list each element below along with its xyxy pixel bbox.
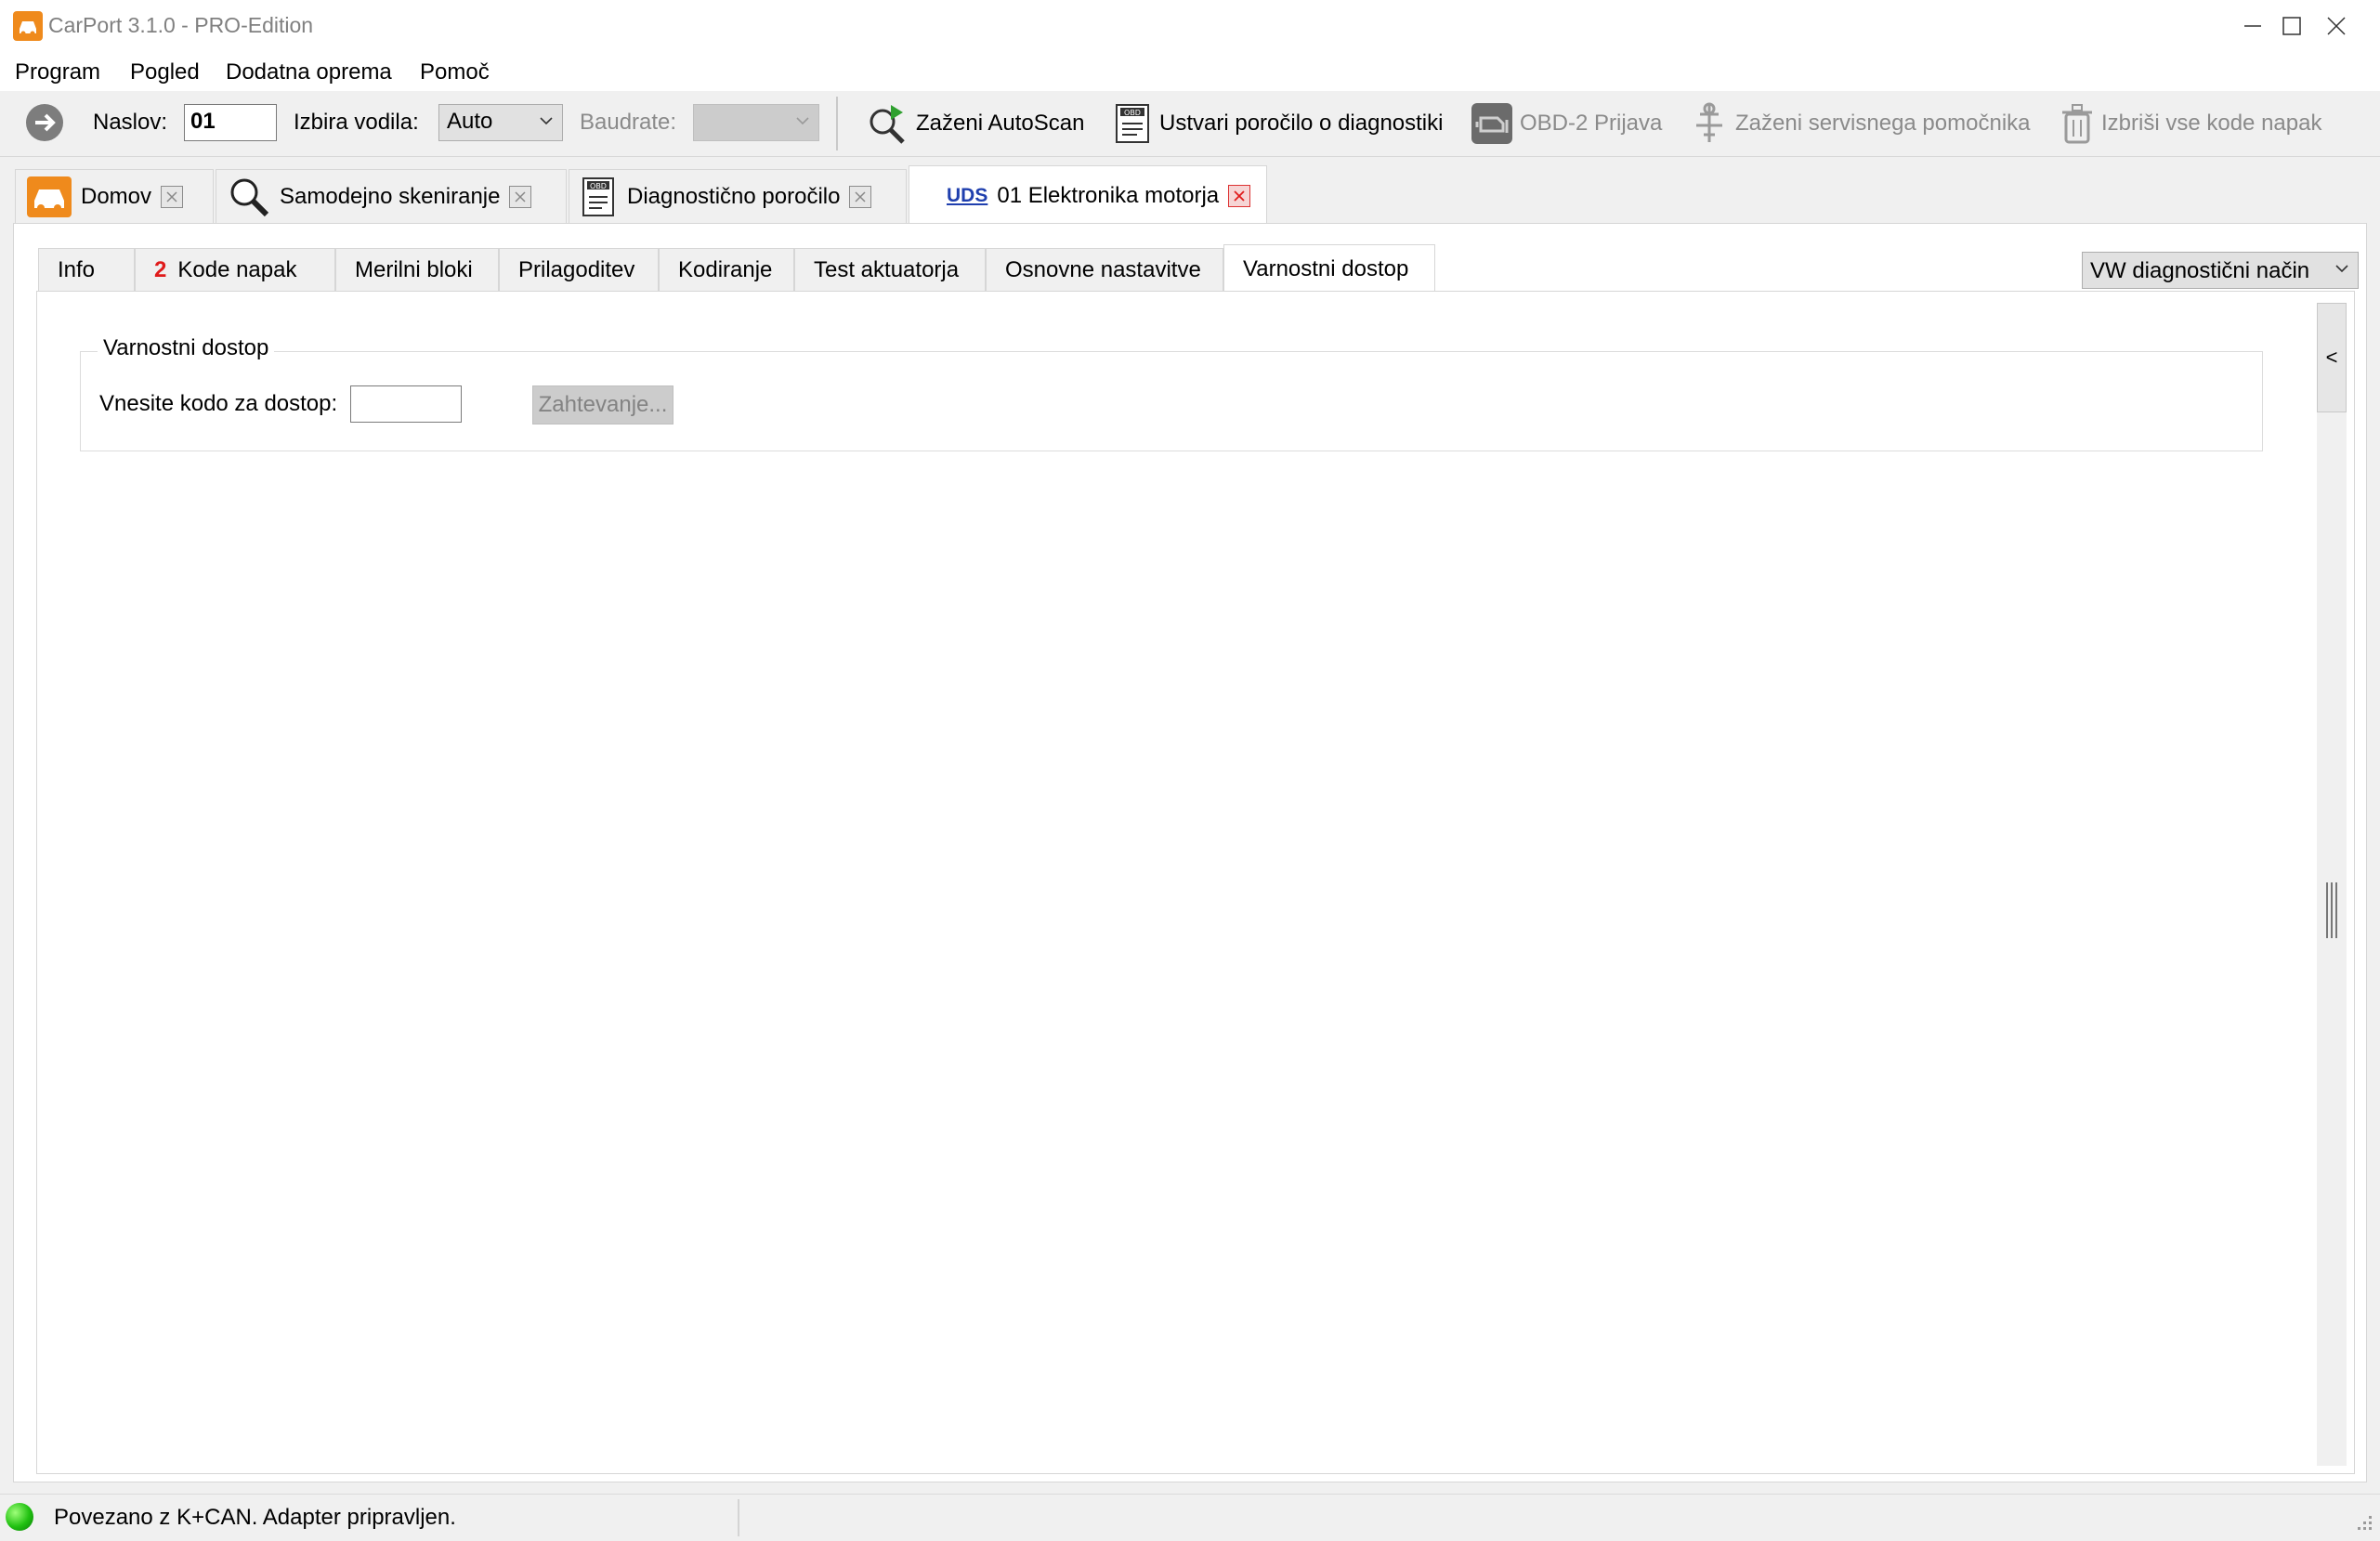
security-access-group: Varnostni dostop Vnesite kodo za dostop:… (80, 335, 2263, 451)
title-bar: CarPort 3.1.0 - PRO-Edition (0, 0, 2380, 52)
tab-autoscan[interactable]: Samodejno skeniranje (216, 169, 567, 223)
maximize-button[interactable] (2207, 0, 2301, 52)
menu-accessories[interactable]: Dodatna oprema (226, 59, 392, 85)
baud-select[interactable] (693, 104, 819, 141)
driver-select[interactable]: Auto (438, 104, 563, 141)
vw-mode-value: VW diagnostični način (2090, 258, 2310, 283)
tab-fault-codes[interactable]: 2 Kode napak (135, 248, 335, 291)
clear-codes-button[interactable]: Izbriši vse kode napak (2059, 98, 2321, 149)
tab-adaptation[interactable]: Prilagoditev (499, 248, 659, 291)
tab-info[interactable]: Info (38, 248, 135, 291)
chevron-down-icon (796, 117, 809, 125)
obd-report-icon: OBD (1116, 104, 1149, 143)
toolbar-separator (836, 97, 838, 150)
driver-select-value: Auto (447, 109, 493, 134)
driver-label: Izbira vodila: (294, 110, 419, 135)
tab-coding[interactable]: Kodiranje (659, 248, 794, 291)
close-tab-icon[interactable] (1228, 184, 1251, 207)
svg-text:OBD: OBD (1124, 109, 1141, 117)
obd-badge: OBD (590, 182, 607, 190)
menu-help[interactable]: Pomoč (420, 59, 490, 85)
search-icon (230, 178, 269, 216)
module-panel: Info 2 Kode napak Merilni bloki Prilagod… (13, 223, 2367, 1482)
address-input[interactable]: 01 (184, 104, 277, 141)
security-access-content: Varnostni dostop Vnesite kodo za dostop:… (36, 291, 2355, 1474)
car-icon (27, 176, 72, 217)
chevron-down-icon (540, 117, 553, 125)
collapse-side-panel-button[interactable]: < (2317, 303, 2347, 412)
request-button[interactable]: Zahtevanje... (532, 385, 673, 424)
splitter-grip-icon[interactable] (2322, 882, 2341, 938)
window-title: CarPort 3.1.0 - PRO-Edition (48, 13, 314, 37)
close-button[interactable] (2293, 0, 2378, 52)
vw-mode-select[interactable]: VW diagnostični način (2082, 252, 2359, 289)
close-tab-icon[interactable] (849, 185, 872, 208)
address-label: Naslov: (93, 110, 168, 135)
tab-measuring-blocks[interactable]: Merilni bloki (335, 248, 499, 291)
tab-diagnostic-report[interactable]: OBD Diagnostično poročilo (569, 169, 907, 223)
service-assistant-button[interactable]: Zaženi servisnega pomočnika (1689, 98, 2031, 149)
menu-view[interactable]: Pogled (130, 59, 200, 85)
access-code-input[interactable] (350, 385, 462, 423)
engine-icon (1471, 103, 1512, 144)
status-separator (738, 1499, 739, 1536)
tab-security-access[interactable]: Varnostni dostop (1223, 244, 1435, 293)
chevron-down-icon (2335, 265, 2348, 273)
tab-home[interactable]: Domov (15, 169, 214, 223)
resize-grip-icon[interactable] (2354, 1512, 2374, 1537)
car-app-icon (13, 11, 43, 41)
tab-home-label: Domov (81, 183, 152, 209)
tab-engine-electronics-label: 01 Elektronika motorja (997, 182, 1220, 208)
group-title: Varnostni dostop (98, 335, 275, 361)
tab-autoscan-label: Samodejno skeniranje (280, 183, 501, 209)
obd-report-icon: OBD (582, 176, 614, 216)
tab-diagnostic-report-label: Diagnostično poročilo (627, 183, 841, 209)
wrench-icon (1696, 102, 1722, 142)
fault-count-badge: 2 (154, 256, 167, 282)
obd2-login-button[interactable]: OBD-2 Prijava (1470, 98, 1662, 149)
trash-icon (2062, 104, 2092, 144)
close-tab-icon[interactable] (161, 185, 184, 208)
tab-basic-settings[interactable]: Osnovne nastavitve (986, 248, 1223, 291)
magnifier-play-icon (870, 105, 905, 144)
go-arrow-icon[interactable] (24, 102, 65, 148)
uds-badge: UDS (947, 184, 988, 206)
create-report-button[interactable]: OBD Ustvari poročilo o diagnostiki (1113, 98, 1443, 149)
tab-actuator-test[interactable]: Test aktuatorja (794, 248, 986, 291)
close-tab-icon[interactable] (509, 185, 532, 208)
side-panel-splitter[interactable]: < (2317, 303, 2347, 1466)
toolbar: Naslov: 01 Izbira vodila: Auto Baudrate:… (0, 91, 2380, 157)
tab-engine-electronics[interactable]: UDS 01 Elektronika motorja (909, 165, 1267, 225)
baud-label: Baudrate: (580, 110, 677, 135)
menu-program[interactable]: Program (15, 59, 100, 85)
access-code-label: Vnesite kodo za dostop: (99, 391, 338, 416)
autoscan-button[interactable]: Zaženi AutoScan (866, 98, 1084, 149)
status-text: Povezano z K+CAN. Adapter pripravljen. (54, 1505, 456, 1530)
menu-bar: Program Pogled Dodatna oprema Pomoč (0, 52, 2380, 91)
connection-status-icon (6, 1503, 33, 1531)
